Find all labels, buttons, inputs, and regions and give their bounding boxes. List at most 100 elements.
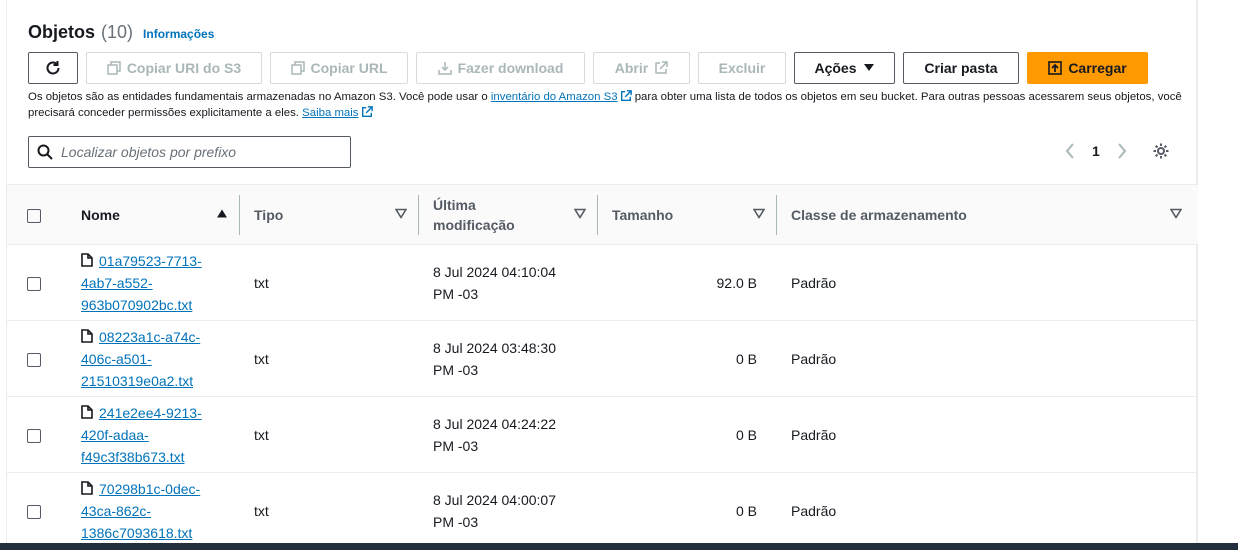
refresh-button[interactable] (28, 52, 78, 84)
object-modified-cell: 8 Jul 2024 03:48:30 PM -03 (419, 321, 598, 397)
open-label: Abrir (614, 60, 649, 76)
copy-s3-uri-button[interactable]: Copiar URI do S3 (86, 52, 262, 84)
object-storage-class: Padrão (791, 350, 837, 367)
object-name-link[interactable]: 70298b1c-0dec-43ca-862c-1386c7093618.txt (81, 481, 200, 541)
row-select-cell (7, 245, 67, 321)
column-header-size[interactable]: Tamanho (598, 185, 777, 245)
object-modified-line2: PM -03 (433, 285, 479, 302)
object-type: txt (254, 350, 269, 367)
search-input[interactable] (61, 144, 341, 160)
search-icon (37, 144, 53, 160)
object-type: txt (254, 426, 269, 443)
info-link[interactable]: Informações (143, 27, 214, 41)
object-size: 0 B (735, 426, 757, 443)
object-size: 0 B (735, 502, 757, 519)
s3-inventory-link[interactable]: inventário do Amazon S3 (491, 91, 618, 103)
object-modified-cell: 8 Jul 2024 04:00:07 PM -03 (419, 473, 598, 549)
column-header-name[interactable]: Nome (67, 185, 240, 245)
chevron-left-icon (1065, 143, 1074, 159)
open-button[interactable]: Abrir (593, 52, 690, 84)
row-checkbox[interactable] (27, 504, 41, 519)
object-name-link[interactable]: 241e2ee4-9213-420f-adaa-f49c3f38b673.txt (81, 405, 202, 465)
file-icon (81, 328, 93, 343)
object-name-link[interactable]: 01a79523-7713-4ab7-a552-963b070902bc.txt (81, 253, 202, 313)
sort-ascending-icon[interactable] (216, 208, 228, 221)
sort-descending-icon[interactable] (573, 208, 587, 221)
table-row[interactable]: 241e2ee4-9213-420f-adaa-f49c3f38b673.txt… (7, 397, 1198, 473)
sort-descending-icon[interactable] (1169, 208, 1183, 221)
actions-label: Ações (814, 60, 857, 76)
table-row[interactable]: 70298b1c-0dec-43ca-862c-1386c7093618.txt… (7, 473, 1198, 549)
object-modified-cell: 8 Jul 2024 04:24:22 PM -03 (419, 397, 598, 473)
delete-button[interactable]: Excluir (698, 52, 786, 84)
file-icon (81, 252, 93, 267)
sort-descending-icon[interactable] (752, 208, 766, 221)
object-storage-class: Padrão (791, 426, 837, 443)
panel-header: Objetos (10) Informações (28, 22, 214, 43)
object-name-cell: 01a79523-7713-4ab7-a552-963b070902bc.txt (67, 245, 240, 321)
row-checkbox[interactable] (27, 352, 41, 367)
current-page[interactable]: 1 (1092, 143, 1100, 159)
refresh-icon (46, 61, 60, 75)
object-modified-line1: 8 Jul 2024 04:24:22 (433, 415, 556, 432)
object-modified-line2: PM -03 (433, 513, 479, 530)
create-folder-label: Criar pasta (924, 60, 998, 76)
object-modified-line2: PM -03 (433, 361, 479, 378)
column-header-last-modified[interactable]: Última modificação (419, 185, 598, 245)
object-modified-line1: 8 Jul 2024 04:10:04 (433, 263, 556, 280)
object-modified-line1: 8 Jul 2024 03:48:30 (433, 339, 556, 356)
actions-dropdown[interactable]: Ações (794, 52, 895, 84)
copy-s3-uri-label: Copiar URI do S3 (126, 60, 242, 76)
object-type: txt (254, 274, 269, 291)
learn-more-link[interactable]: Saiba mais (302, 107, 358, 119)
create-folder-button[interactable]: Criar pasta (903, 52, 1019, 84)
delete-label: Excluir (718, 60, 766, 76)
column-header-size-label: Tamanho (612, 206, 674, 223)
copy-url-label: Copiar URL (310, 60, 388, 76)
file-icon (81, 480, 93, 495)
column-header-name-label: Nome (81, 206, 120, 223)
external-link-icon (361, 106, 373, 117)
objects-panel: Objetos (10) Informações Copiar URI do S… (6, 0, 1198, 550)
previous-page-button[interactable] (1062, 142, 1078, 160)
upload-label: Carregar (1068, 60, 1127, 76)
download-label: Fazer download (457, 60, 564, 76)
column-header-type[interactable]: Tipo (240, 185, 419, 245)
object-storage-class: Padrão (791, 502, 837, 519)
column-header-type-label: Tipo (254, 206, 284, 223)
object-name-cell: 70298b1c-0dec-43ca-862c-1386c7093618.txt (67, 473, 240, 549)
page-title: Objetos (28, 22, 96, 42)
object-modified-cell: 8 Jul 2024 04:10:04 PM -03 (419, 245, 598, 321)
select-all-checkbox[interactable] (27, 208, 41, 223)
object-name-link[interactable]: 08223a1c-a74c-406c-a501-21510319e0a2.txt (81, 329, 200, 389)
row-select-cell (7, 473, 67, 549)
object-storage-class: Padrão (791, 274, 837, 291)
table-header-row: Nome Tipo Última modificação Tamanho Cla… (7, 184, 1198, 245)
column-header-storage-class[interactable]: Classe de armazenamento (777, 185, 1198, 245)
copy-icon (290, 61, 305, 75)
copy-url-button[interactable]: Copiar URL (270, 52, 408, 84)
bottom-bar (0, 543, 1238, 550)
row-select-cell (7, 397, 67, 473)
object-count: (10) (101, 22, 134, 42)
table-row[interactable]: 01a79523-7713-4ab7-a552-963b070902bc.txt… (7, 245, 1198, 321)
column-header-modified-line1: Última (433, 196, 476, 213)
select-all-cell (7, 185, 67, 245)
column-header-storage-class-label: Classe de armazenamento (791, 206, 967, 223)
upload-icon (1048, 61, 1063, 75)
upload-button[interactable]: Carregar (1027, 52, 1148, 84)
copy-icon (107, 61, 121, 75)
row-checkbox[interactable] (27, 276, 41, 291)
caret-down-icon (863, 64, 874, 71)
pagination: 1 (1062, 142, 1130, 160)
gear-icon[interactable] (1152, 142, 1170, 160)
table-row[interactable]: 08223a1c-a74c-406c-a501-21510319e0a2.txt… (7, 321, 1198, 397)
objects-table: Nome Tipo Última modificação Tamanho Cla… (7, 184, 1198, 549)
sort-descending-icon[interactable] (394, 208, 408, 221)
next-page-button[interactable] (1114, 142, 1130, 160)
toolbar: Copiar URI do S3 Copiar URL Fazer downlo… (28, 52, 1148, 84)
row-checkbox[interactable] (27, 428, 41, 443)
download-button[interactable]: Fazer download (416, 52, 585, 84)
object-type: txt (254, 502, 269, 519)
row-select-cell (7, 321, 67, 397)
